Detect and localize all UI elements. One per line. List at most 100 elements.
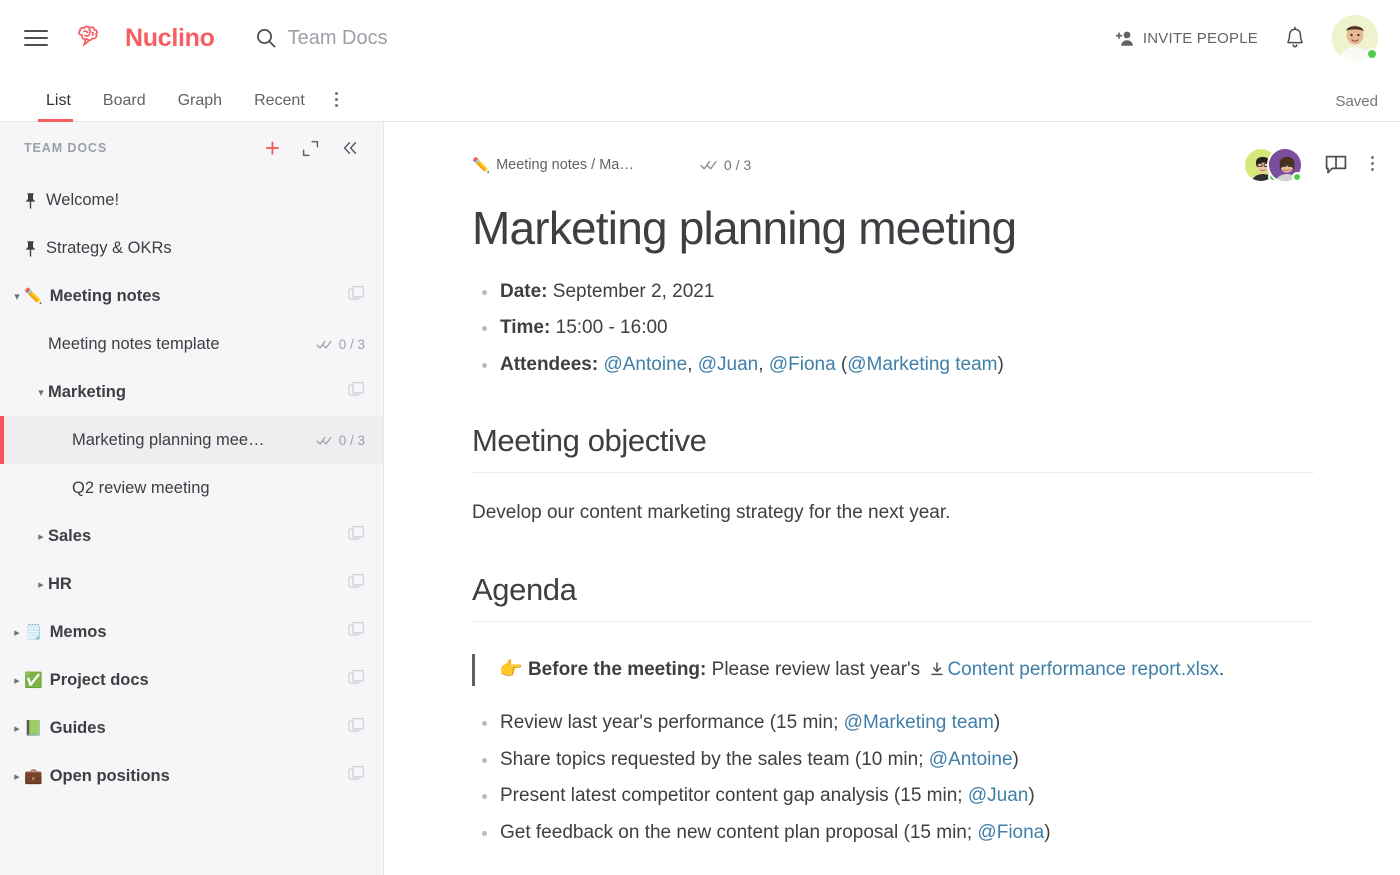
callout-suffix: . (1218, 658, 1225, 680)
sidebar-item-label: Memos (49, 622, 107, 641)
sidebar: TEAM DOCS + Welcome! Strategy & OKRs ▾ ✏️ Me… (0, 122, 384, 875)
sidebar-item-label: Q2 review meeting (72, 478, 210, 497)
sidebar-item-label: Meeting notes (49, 286, 161, 305)
stacked-docs-icon (348, 285, 365, 300)
stacked-docs-icon (348, 621, 365, 636)
collaborator-avatar-2[interactable] (1267, 147, 1303, 183)
callout-label: Before the meeting: (527, 658, 707, 680)
breadcrumb[interactable]: ✏️ Meeting notes / Ma… (472, 157, 634, 174)
agenda-mention[interactable]: @Juan (968, 785, 1029, 806)
sidebar-item-open-positions[interactable]: ▸ 💼 Open positions (0, 752, 383, 800)
chevron-right-icon[interactable]: ▸ (10, 674, 24, 687)
invite-people-button[interactable]: INVITE PEOPLE (1115, 30, 1258, 47)
sidebar-title: TEAM DOCS (24, 141, 108, 155)
sidebar-item-sales[interactable]: ▸ Sales (0, 512, 383, 560)
sidebar-item-hr[interactable]: ▸ HR (0, 560, 383, 608)
expand-icon[interactable] (302, 140, 319, 157)
task-progress-label: 0 / 3 (723, 157, 752, 173)
collapse-sidebar-icon[interactable] (341, 140, 359, 156)
agenda-text: Share topics requested by the sales team… (500, 748, 929, 770)
agenda-text: Review last year's performance (15 min; (500, 712, 844, 734)
mention-juan[interactable]: @Juan (698, 354, 759, 375)
hamburger-menu-icon[interactable] (24, 25, 50, 51)
tab-list[interactable]: List (24, 92, 87, 122)
task-progress-label: 0 / 3 (338, 336, 365, 352)
section-heading-agenda: Agenda (472, 572, 1314, 622)
tab-board[interactable]: Board (87, 92, 162, 121)
objective-text: Develop our content marketing strategy f… (472, 502, 951, 524)
sidebar-item-q2-review-meeting[interactable]: Q2 review meeting (0, 464, 383, 512)
top-header: Nuclino INVITE PEOPLE (0, 0, 1400, 76)
sidebar-item-memos[interactable]: ▸ 🗒️ Memos (0, 608, 383, 656)
section-heading-objective: Meeting objective (472, 423, 1314, 474)
tabs: List Board Graph Recent (24, 92, 352, 122)
agenda-mention[interactable]: @Antoine (929, 749, 1013, 770)
stacked-docs-icon (348, 381, 365, 396)
collaborator-avatars[interactable] (1243, 147, 1303, 183)
bell-icon[interactable] (1284, 26, 1306, 50)
sidebar-item-label: Welcome! (46, 190, 120, 209)
search-input[interactable] (287, 26, 608, 50)
chevron-right-icon[interactable]: ▸ (10, 626, 24, 639)
document-tree: Welcome! Strategy & OKRs ▾ ✏️ Meeting notes M… (0, 176, 383, 800)
chevron-right-icon[interactable]: ▸ (34, 530, 48, 543)
agenda-mention[interactable]: @Fiona (977, 822, 1044, 843)
item-emoji-icon: ✏️ (24, 287, 43, 305)
agenda-mention[interactable]: @Marketing team (844, 712, 994, 733)
chevron-right-icon[interactable]: ▸ (10, 722, 24, 735)
tabs-more-icon[interactable] (321, 92, 352, 121)
add-item-icon[interactable]: + (265, 135, 280, 161)
comment-icon[interactable] (1325, 155, 1347, 175)
user-avatar[interactable] (1332, 15, 1378, 61)
file-link-content-performance-report[interactable]: Content performance report.xlsx (947, 659, 1218, 680)
tab-recent[interactable]: Recent (238, 92, 321, 121)
item-emoji-icon: 🗒️ (24, 623, 43, 641)
stacked-docs-icon (348, 525, 365, 540)
sidebar-item-label: Strategy & OKRs (46, 238, 172, 257)
stacked-docs-icon (348, 573, 365, 588)
search-box[interactable] (255, 26, 608, 50)
document-more-icon[interactable] (1369, 156, 1376, 174)
brand-logo[interactable]: Nuclino (76, 24, 215, 53)
search-icon (256, 29, 276, 48)
chevron-right-icon[interactable]: ▸ (10, 770, 24, 783)
list-item: Date: September 2, 2021 (472, 277, 1320, 306)
brand-name: Nuclino (125, 23, 215, 52)
sidebar-item-label: Sales (48, 526, 92, 545)
list-item: Attendees: @Antoine, @Juan, @Fiona (@Mar… (472, 350, 1320, 379)
sidebar-item-project-docs[interactable]: ▸ ✅ Project docs (0, 656, 383, 704)
meta-label: Time: (500, 317, 551, 339)
sidebar-item-marketing[interactable]: ▾ Marketing (0, 368, 383, 416)
nested-docs-indicator (348, 621, 365, 643)
document-header-actions (1243, 147, 1376, 183)
sidebar-item-welcome[interactable]: Welcome! (0, 176, 383, 224)
nested-docs-indicator (348, 717, 365, 739)
sidebar-item-meeting-notes-template[interactable]: Meeting notes template 0 / 3 (0, 320, 383, 368)
chevron-right-icon[interactable]: ▸ (34, 578, 48, 591)
document-header: ✏️ Meeting notes / Ma… 0 / 3 (384, 142, 1400, 188)
chevron-down-icon[interactable]: ▾ (10, 290, 24, 303)
document-pane: ✏️ Meeting notes / Ma… 0 / 3 Marketing p… (384, 122, 1400, 875)
mention-antoine[interactable]: @Antoine (603, 354, 687, 375)
tab-graph[interactable]: Graph (162, 92, 238, 121)
sidebar-item-meeting-notes[interactable]: ▾ ✏️ Meeting notes (0, 272, 383, 320)
sidebar-item-label: Project docs (49, 670, 149, 689)
online-status-dot (1366, 48, 1378, 60)
mention-fiona[interactable]: @Fiona (769, 354, 836, 375)
attendees-label: Attendees: (500, 353, 599, 375)
agenda-suffix: ) (993, 712, 1001, 734)
online-status-dot (1292, 172, 1302, 182)
agenda-item: Present latest competitor content gap an… (472, 781, 1320, 810)
sidebar-header: TEAM DOCS + (0, 130, 383, 166)
stacked-docs-icon (348, 669, 365, 684)
item-emoji-icon: 💼 (24, 767, 43, 785)
sidebar-item-marketing-planning-mee[interactable]: Marketing planning mee… 0 / 3 (0, 416, 383, 464)
main-area: TEAM DOCS + Welcome! Strategy & OKRs ▾ ✏️ Me… (0, 122, 1400, 875)
stacked-docs-icon (348, 765, 365, 780)
mention-marketing-team[interactable]: @Marketing team (847, 354, 997, 375)
chevron-down-icon[interactable]: ▾ (34, 386, 48, 399)
breadcrumb-emoji: ✏️ (472, 157, 491, 174)
sidebar-item-guides[interactable]: ▸ 📗 Guides (0, 704, 383, 752)
person-add-icon (1115, 31, 1133, 46)
sidebar-item-strategy-okrs[interactable]: Strategy & OKRs (0, 224, 383, 272)
